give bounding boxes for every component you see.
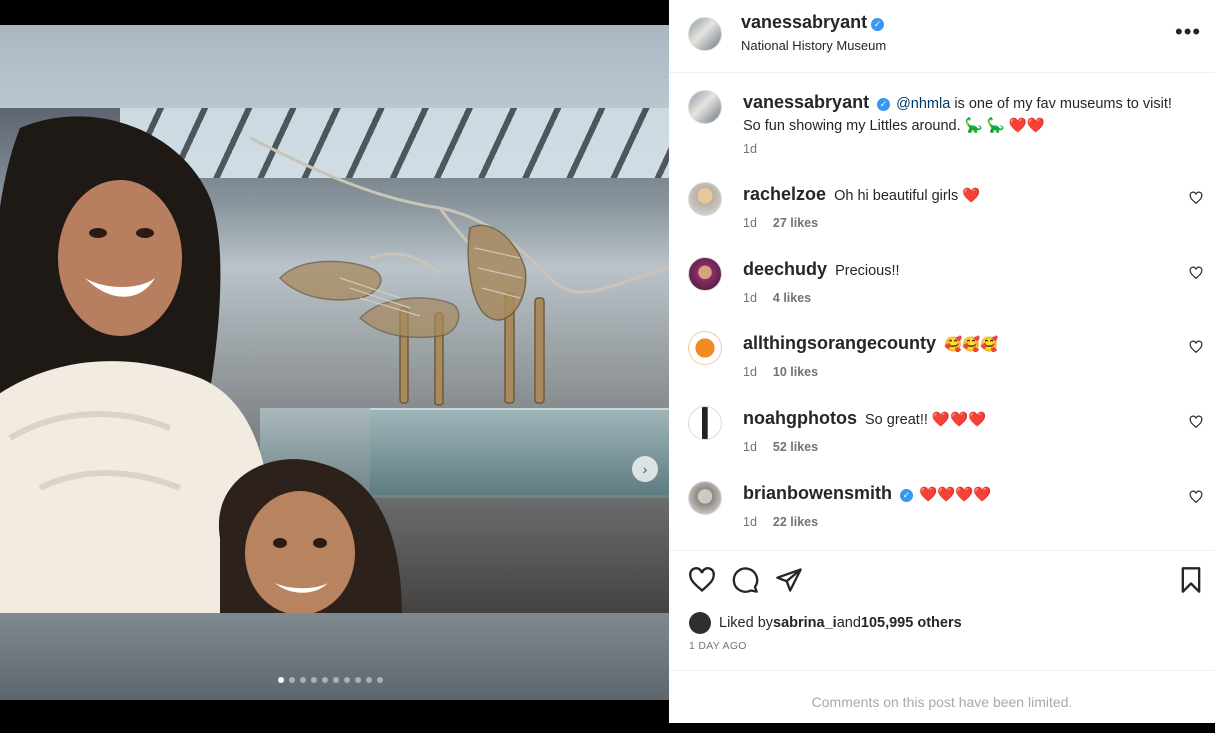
comment-item: brianbowensmith ✓ ❤️❤️❤️❤️ 1d 22 likes <box>669 481 1215 543</box>
comments-limited-notice: Comments on this post have been limited. <box>669 670 1215 724</box>
comment-text-line: rachelzoe Oh hi beautiful girls ❤️ <box>743 183 1183 207</box>
post-location[interactable]: National History Museum <box>741 38 886 53</box>
comment-text: ❤️❤️❤️❤️ <box>919 487 992 503</box>
share-icon[interactable] <box>775 566 803 594</box>
comment-likes[interactable]: 22 likes <box>773 515 818 529</box>
comment-likes[interactable]: 27 likes <box>773 216 818 230</box>
comment-username[interactable]: brianbowensmith <box>743 483 892 503</box>
liked-by-middle: and <box>836 615 861 631</box>
liked-by-user[interactable]: sabrina_i <box>773 615 837 631</box>
comment-meta: 1d 52 likes <box>743 440 818 454</box>
comment-item: deechudy Precious!! 1d 4 likes <box>669 257 1215 319</box>
carousel-dot <box>344 677 350 683</box>
caption-username[interactable]: vanessabryant <box>743 92 869 112</box>
comment-meta: 1d 22 likes <box>743 515 818 529</box>
comment-text: So great!! ❤️❤️❤️ <box>865 412 987 428</box>
likes-count[interactable]: 105,995 others <box>861 615 962 631</box>
author-avatar[interactable] <box>688 17 722 51</box>
author-username[interactable]: vanessabryant <box>741 12 867 32</box>
comment-meta: 1d 4 likes <box>743 291 811 305</box>
comment-avatar[interactable] <box>688 182 722 216</box>
caption-mention[interactable]: @nhmla <box>896 96 950 112</box>
comment-time: 1d <box>743 216 757 230</box>
next-slide-button[interactable]: › <box>632 456 658 482</box>
comment-text: Precious!! <box>835 263 900 279</box>
comment-username[interactable]: allthingsorangecounty <box>743 333 936 353</box>
comment-text-line: allthingsorangecounty 🥰🥰🥰 <box>743 332 1183 356</box>
photo-bottom-area <box>0 613 669 700</box>
comment-item: allthingsorangecounty 🥰🥰🥰 1d 10 likes <box>669 331 1215 393</box>
caption-author-avatar[interactable] <box>688 90 722 124</box>
comment-avatar[interactable] <box>688 257 722 291</box>
comment-meta: 1d 27 likes <box>743 216 818 230</box>
verified-badge-icon: ✓ <box>900 489 914 502</box>
verified-badge-icon: ✓ <box>871 18 885 31</box>
carousel-dot <box>333 677 339 683</box>
author-name-row: vanessabryant ✓ <box>741 12 885 33</box>
comment-text-line: noahgphotos So great!! ❤️❤️❤️ <box>743 407 1183 431</box>
post-caption: vanessabryant ✓ @nhmla is one of my fav mu… <box>669 90 1215 160</box>
comment-username[interactable]: deechudy <box>743 259 827 279</box>
heart-icon[interactable] <box>1189 191 1203 205</box>
post-timestamp[interactable]: 1 DAY AGO <box>689 640 747 652</box>
caption-meta: 1d <box>743 142 757 156</box>
more-horizontal-icon[interactable]: ••• <box>1175 21 1201 43</box>
comments-list: vanessabryant ✓ @nhmla is one of my fav mu… <box>669 73 1215 550</box>
heart-icon[interactable] <box>1189 266 1203 280</box>
chevron-right-icon: › <box>642 461 648 477</box>
verified-badge-icon: ✓ <box>877 98 891 111</box>
comment-item: noahgphotos So great!! ❤️❤️❤️ 1d 52 likes <box>669 406 1215 468</box>
carousel-dot <box>377 677 383 683</box>
comment-likes[interactable]: 4 likes <box>773 291 811 305</box>
comment-text-line: brianbowensmith ✓ ❤️❤️❤️❤️ <box>743 482 1183 506</box>
comment-meta: 1d 10 likes <box>743 365 818 379</box>
comment-time: 1d <box>743 365 757 379</box>
comment-time: 1d <box>743 440 757 454</box>
carousel-dot <box>311 677 317 683</box>
comment-item: rachelzoe Oh hi beautiful girls ❤️ 1d 27 … <box>669 182 1215 244</box>
comment-avatar[interactable] <box>688 481 722 515</box>
carousel-dot <box>355 677 361 683</box>
comment-likes[interactable]: 52 likes <box>773 440 818 454</box>
dinosaur-skeleton <box>250 136 669 406</box>
liked-by-prefix: Liked by <box>719 615 774 631</box>
comment-avatar[interactable] <box>688 331 722 365</box>
comment-text: Oh hi beautiful girls ❤️ <box>834 188 981 204</box>
caption-time: 1d <box>743 142 757 156</box>
comment-likes[interactable]: 10 likes <box>773 365 818 379</box>
comment-icon[interactable] <box>731 566 759 594</box>
post-photo-frame: › <box>0 25 669 700</box>
comment-time: 1d <box>743 291 757 305</box>
heart-icon[interactable] <box>1189 340 1203 354</box>
post-header: vanessabryant ✓ National History Museum •… <box>669 0 1215 73</box>
post-photo[interactable]: › <box>0 108 669 638</box>
carousel-dot <box>322 677 328 683</box>
post-media: › <box>0 0 669 723</box>
comment-username[interactable]: rachelzoe <box>743 184 826 204</box>
post-actions: Liked by sabrina_i and 105,995 others 1 … <box>669 550 1215 671</box>
caption-text-line: vanessabryant ✓ @nhmla is one of my fav mu… <box>743 91 1183 137</box>
liked-by-line: Liked by sabrina_i and 105,995 others <box>689 612 962 634</box>
bookmark-icon[interactable] <box>1177 566 1205 594</box>
comment-avatar[interactable] <box>688 406 722 440</box>
comment-username[interactable]: noahgphotos <box>743 408 857 428</box>
carousel-dot <box>278 677 284 683</box>
carousel-dot <box>366 677 372 683</box>
comment-time: 1d <box>743 515 757 529</box>
carousel-dot <box>300 677 306 683</box>
carousel-indicator <box>278 677 383 683</box>
heart-icon[interactable] <box>688 566 716 594</box>
liker-avatar[interactable] <box>689 612 711 634</box>
post-side-panel: vanessabryant ✓ National History Museum •… <box>669 0 1215 723</box>
carousel-dot <box>289 677 295 683</box>
comment-text-line: deechudy Precious!! <box>743 258 1183 282</box>
person-girl <box>218 459 402 638</box>
comment-text: 🥰🥰🥰 <box>944 337 999 353</box>
heart-icon[interactable] <box>1189 490 1203 504</box>
heart-icon[interactable] <box>1189 415 1203 429</box>
